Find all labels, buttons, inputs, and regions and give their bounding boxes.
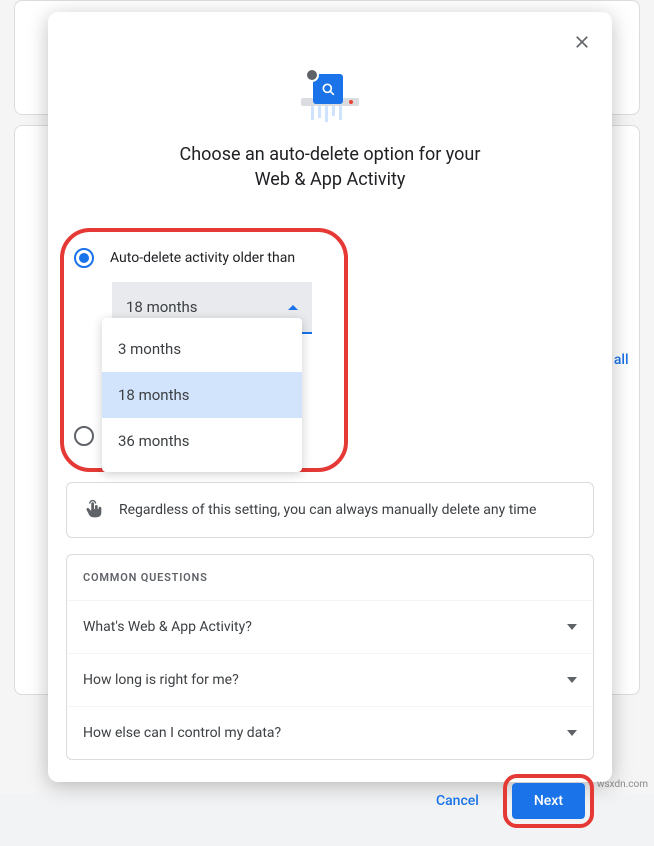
dropdown-item[interactable]: 18 months	[102, 372, 302, 418]
hero-section: Choose an auto-delete option for your We…	[48, 12, 612, 212]
select-value: 18 months	[126, 298, 197, 316]
watermark: wsxdn.com	[597, 779, 648, 790]
radio-unchecked-icon	[74, 426, 94, 446]
close-icon	[572, 32, 592, 52]
modal-title: Choose an auto-delete option for your We…	[48, 142, 612, 192]
chevron-down-icon	[567, 624, 577, 630]
faq-item[interactable]: How else can I control my data?	[67, 706, 593, 759]
chevron-down-icon	[567, 677, 577, 683]
auto-delete-modal: Choose an auto-delete option for your We…	[48, 12, 612, 782]
option-label: Auto-delete activity older than	[110, 250, 295, 266]
option-auto-delete[interactable]: Auto-delete activity older than	[70, 246, 338, 272]
faq-item[interactable]: What's Web & App Activity?	[67, 600, 593, 653]
highlight-next-button: Next	[503, 774, 594, 828]
duration-dropdown: 3 months 18 months 36 months	[102, 318, 302, 472]
tap-icon	[83, 499, 105, 521]
next-button[interactable]: Next	[512, 783, 585, 819]
chevron-down-icon	[567, 730, 577, 736]
cancel-button[interactable]: Cancel	[422, 785, 493, 817]
faq-section: COMMON QUESTIONS What's Web & App Activi…	[66, 554, 594, 760]
dropdown-item[interactable]: 3 months	[102, 326, 302, 372]
caret-up-icon	[288, 305, 298, 310]
modal-footer: Cancel Next	[48, 760, 612, 846]
dropdown-item[interactable]: 36 months	[102, 418, 302, 464]
shredder-icon	[301, 72, 359, 124]
faq-header: COMMON QUESTIONS	[67, 555, 593, 600]
close-button[interactable]	[572, 32, 592, 56]
manual-delete-note: Regardless of this setting, you can alwa…	[66, 482, 594, 538]
faq-item[interactable]: How long is right for me?	[67, 653, 593, 706]
radio-checked-icon	[74, 248, 94, 268]
